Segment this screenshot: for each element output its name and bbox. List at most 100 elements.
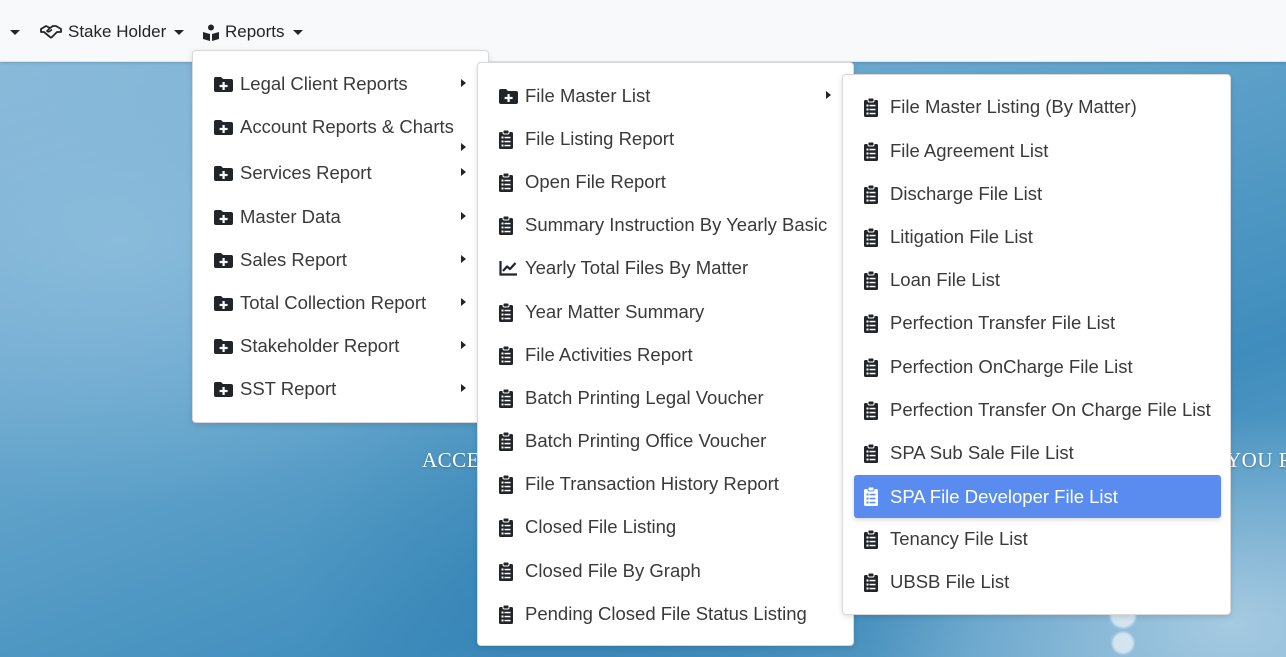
chevron-down-icon — [174, 29, 185, 35]
clipboard-list-icon — [864, 400, 888, 420]
menu-item-file-listing-report[interactable]: File Listing Report — [478, 119, 853, 159]
menu-item-label: Stakeholder Report — [240, 335, 400, 356]
menu-item-perfection-transfer-file-list[interactable]: Perfection Transfer File List — [843, 303, 1230, 343]
menu-item-label: UBSB File List — [890, 571, 1010, 592]
menu-item-label: Total Collection Report — [240, 292, 427, 313]
menu-item-label: SST Report — [240, 378, 337, 399]
menu-item-services-report[interactable]: Services Report — [193, 153, 488, 193]
clipboard-list-icon — [499, 215, 523, 235]
folder-plus-icon — [499, 88, 523, 104]
menu-item-stakeholder-report[interactable]: Stakeholder Report — [193, 326, 488, 366]
clipboard-list-icon — [499, 604, 523, 624]
clipboard-list-icon — [499, 474, 523, 494]
folder-plus-icon — [214, 165, 238, 181]
chevron-right-icon — [461, 212, 466, 220]
menu-item-litigation-file-list[interactable]: Litigation File List — [843, 217, 1230, 257]
clipboard-list-icon — [864, 357, 888, 377]
folder-plus-icon — [214, 209, 238, 225]
menu-item-file-transaction-history[interactable]: File Transaction History Report — [478, 464, 853, 504]
menu-item-label: Tenancy File List — [890, 528, 1028, 549]
clipboard-list-icon — [864, 270, 888, 290]
menu-item-batch-printing-legal-voucher[interactable]: Batch Printing Legal Voucher — [478, 378, 853, 418]
clipboard-list-icon — [864, 184, 888, 204]
menu-item-file-master-listing-by-matter[interactable]: File Master Listing (By Matter) — [843, 87, 1230, 127]
clipboard-list-icon — [864, 487, 888, 506]
nav-stakeholder-dropdown[interactable]: Stake Holder — [40, 20, 185, 44]
nav-reports-label: Reports — [225, 22, 285, 41]
menu-item-account-reports-charts[interactable]: Account Reports & Charts — [193, 107, 488, 151]
menu-item-label: File Master Listing (By Matter) — [890, 96, 1137, 117]
handshake-icon — [40, 24, 62, 40]
menu-item-tenancy-file-list[interactable]: Tenancy File List — [843, 519, 1230, 559]
menu-item-pending-closed-file-status[interactable]: Pending Closed File Status Listing — [478, 594, 853, 634]
menu-item-label: Services Report — [240, 162, 372, 183]
menu-item-file-master-list[interactable]: File Master List — [478, 76, 853, 116]
menu-item-loan-file-list[interactable]: Loan File List — [843, 260, 1230, 300]
menu-item-label: Account Reports & Charts — [240, 116, 454, 137]
clipboard-list-icon — [864, 97, 888, 117]
menu-item-label: Year Matter Summary — [525, 301, 705, 322]
menu-item-closed-file-by-graph[interactable]: Closed File By Graph — [478, 551, 853, 591]
menu-item-year-matter-summary[interactable]: Year Matter Summary — [478, 292, 853, 332]
menu-item-master-data[interactable]: Master Data — [193, 197, 488, 237]
menu-item-label: Perfection Transfer On Charge File List — [890, 399, 1211, 420]
chevron-right-icon — [461, 298, 466, 306]
clipboard-list-icon — [864, 141, 888, 161]
chevron-right-icon — [461, 79, 466, 87]
clipboard-list-icon — [499, 431, 523, 451]
nav-reports-dropdown[interactable]: Reports — [203, 20, 303, 44]
menu-item-label: Perfection OnCharge File List — [890, 356, 1133, 377]
clipboard-list-icon — [864, 529, 888, 549]
menu-item-label: Batch Printing Office Voucher — [525, 430, 767, 451]
clipboard-list-icon — [864, 313, 888, 333]
menu-item-label: Closed File Listing — [525, 516, 677, 537]
menu-item-file-agreement-list[interactable]: File Agreement List — [843, 131, 1230, 171]
hero-text-left: ACCE — [422, 448, 481, 472]
clipboard-list-icon — [864, 227, 888, 247]
menu-item-perfection-transfer-on-charge[interactable]: Perfection Transfer On Charge File List — [843, 390, 1230, 430]
clipboard-list-icon — [864, 572, 888, 592]
menu-item-batch-printing-office-voucher[interactable]: Batch Printing Office Voucher — [478, 421, 853, 461]
hero-text-right: YOU FI — [1226, 448, 1286, 472]
nav-truncated-dropdown[interactable] — [2, 20, 20, 44]
menu-item-label: Legal Client Reports — [240, 73, 408, 94]
menu-item-ubsb-file-list[interactable]: UBSB File List — [843, 562, 1230, 602]
menu-item-label: File Agreement List — [890, 140, 1049, 161]
clipboard-list-icon — [499, 517, 523, 537]
menu-item-legal-client-reports[interactable]: Legal Client Reports — [193, 64, 488, 104]
menu-item-spa-file-developer-file-list[interactable]: SPA File Developer File List — [854, 475, 1221, 518]
menu-item-label: Open File Report — [525, 171, 666, 192]
menu-item-spa-sub-sale-file-list[interactable]: SPA Sub Sale File List — [843, 433, 1230, 473]
chevron-right-icon — [461, 384, 466, 392]
menu-item-label: Summary Instruction By Yearly Basic — [525, 214, 828, 235]
menu-item-label: Yearly Total Files By Matter — [525, 257, 749, 278]
menu-item-label: File Transaction History Report — [525, 473, 779, 494]
menu-item-label: File Master List — [525, 85, 651, 106]
menu-item-file-activities-report[interactable]: File Activities Report — [478, 335, 853, 375]
chevron-right-icon — [461, 341, 466, 349]
clipboard-list-icon — [499, 129, 523, 149]
chevron-right-icon — [826, 91, 831, 99]
clipboard-list-icon — [499, 302, 523, 322]
clipboard-list-icon — [864, 443, 888, 463]
menu-item-discharge-file-list[interactable]: Discharge File List — [843, 174, 1230, 214]
legal-client-reports-submenu: File Master List File Listing Report Ope… — [477, 62, 854, 646]
menu-item-closed-file-listing[interactable]: Closed File Listing — [478, 507, 853, 547]
menu-item-label: Master Data — [240, 206, 341, 227]
menu-item-yearly-total-files[interactable]: Yearly Total Files By Matter — [478, 248, 853, 288]
menu-item-total-collection-report[interactable]: Total Collection Report — [193, 283, 488, 323]
chevron-down-icon — [292, 29, 303, 35]
menu-item-label: Pending Closed File Status Listing — [525, 603, 807, 624]
menu-item-sst-report[interactable]: SST Report — [193, 369, 488, 409]
folder-plus-icon — [214, 381, 238, 397]
menu-item-perfection-oncharge-file-list[interactable]: Perfection OnCharge File List — [843, 347, 1230, 387]
menu-item-sales-report[interactable]: Sales Report — [193, 240, 488, 280]
nav-stakeholder-label: Stake Holder — [68, 22, 167, 41]
menu-item-label: Batch Printing Legal Voucher — [525, 387, 764, 408]
menu-item-summary-instruction[interactable]: Summary Instruction By Yearly Basic — [478, 205, 853, 245]
menu-item-open-file-report[interactable]: Open File Report — [478, 162, 853, 202]
menu-item-label: Perfection Transfer File List — [890, 312, 1116, 333]
folder-plus-icon — [214, 252, 238, 268]
menu-item-label: File Activities Report — [525, 344, 693, 365]
folder-plus-icon — [214, 338, 238, 354]
